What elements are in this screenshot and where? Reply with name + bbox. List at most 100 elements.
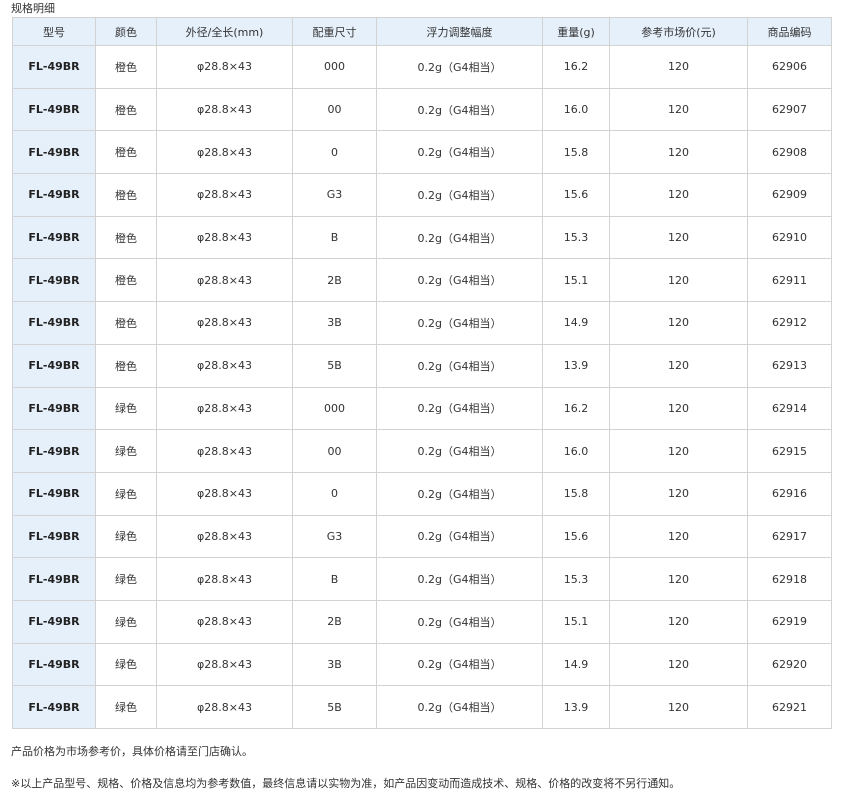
cell-buoyancy: 0.2g（G4相当） — [376, 130, 543, 175]
cell-color: 橙色 — [95, 301, 157, 345]
cell-weight-size: 2B — [292, 258, 377, 303]
cell-color: 橙色 — [95, 87, 157, 132]
table-row: FL-49BR 橙色 φ28.8×43 0 0.2g（G4相当） 15.8 120 62908 — [12, 130, 832, 175]
cell-buoyancy: 0.2g（G4相当） — [376, 599, 543, 644]
cell-weight: 15.3 — [542, 557, 610, 601]
cell-buoyancy: 0.2g（G4相当） — [376, 514, 543, 559]
cell-weight-size: 000 — [292, 386, 377, 431]
cell-color: 橙色 — [95, 258, 157, 303]
cell-price: 120 — [609, 429, 748, 473]
cell-price: 120 — [609, 45, 748, 89]
spec-table: 型号 颜色 外径/全长(mm) 配重尺寸 浮力调整幅度 重量(g) 参考市场价(元) 商品编码… — [12, 17, 832, 729]
table-row: FL-49BR 绿色 φ28.8×43 5B 0.2g（G4相当） 13.9 120 6292… — [12, 685, 832, 729]
cell-size: φ28.8×43 — [156, 642, 293, 687]
cell-weight-size: G3 — [292, 173, 377, 217]
cell-model: FL-49BR — [12, 215, 96, 260]
cell-buoyancy: 0.2g（G4相当） — [376, 173, 543, 217]
header-price: 参考市场价(元) — [609, 17, 748, 46]
cell-price: 120 — [609, 471, 748, 516]
header-weight-size: 配重尺寸 — [292, 17, 377, 46]
cell-code: 62915 — [747, 429, 832, 473]
cell-color: 绿色 — [95, 429, 157, 473]
cell-color: 橙色 — [95, 343, 157, 388]
cell-model: FL-49BR — [12, 429, 96, 473]
cell-color: 橙色 — [95, 45, 157, 89]
cell-color: 绿色 — [95, 685, 157, 729]
cell-size: φ28.8×43 — [156, 514, 293, 559]
cell-code: 62920 — [747, 642, 832, 687]
cell-model: FL-49BR — [12, 514, 96, 559]
header-weight: 重量(g) — [542, 17, 610, 46]
cell-weight: 14.9 — [542, 642, 610, 687]
cell-code: 62909 — [747, 173, 832, 217]
cell-color: 绿色 — [95, 557, 157, 601]
cell-weight: 15.1 — [542, 258, 610, 303]
table-row: FL-49BR 绿色 φ28.8×43 000 0.2g（G4相当） 16.2 120 629… — [12, 386, 832, 431]
table-row: FL-49BR 绿色 φ28.8×43 00 0.2g（G4相当） 16.0 120 6291… — [12, 429, 832, 473]
cell-code: 62913 — [747, 343, 832, 388]
cell-weight: 16.0 — [542, 87, 610, 132]
cell-price: 120 — [609, 301, 748, 345]
header-color: 颜色 — [95, 17, 157, 46]
cell-model: FL-49BR — [12, 557, 96, 601]
cell-buoyancy: 0.2g（G4相当） — [376, 87, 543, 132]
cell-weight-size: B — [292, 557, 377, 601]
cell-code: 62912 — [747, 301, 832, 345]
cell-size: φ28.8×43 — [156, 258, 293, 303]
cell-buoyancy: 0.2g（G4相当） — [376, 258, 543, 303]
cell-price: 120 — [609, 557, 748, 601]
cell-model: FL-49BR — [12, 599, 96, 644]
cell-code: 62914 — [747, 386, 832, 431]
cell-code: 62919 — [747, 599, 832, 644]
cell-price: 120 — [609, 599, 748, 644]
cell-size: φ28.8×43 — [156, 130, 293, 175]
cell-weight-size: 0 — [292, 471, 377, 516]
table-row: FL-49BR 绿色 φ28.8×43 2B 0.2g（G4相当） 15.1 120 6291… — [12, 599, 832, 644]
cell-buoyancy: 0.2g（G4相当） — [376, 215, 543, 260]
cell-size: φ28.8×43 — [156, 386, 293, 431]
cell-code: 62918 — [747, 557, 832, 601]
cell-weight-size: 0 — [292, 130, 377, 175]
cell-code: 62907 — [747, 87, 832, 132]
cell-weight: 16.2 — [542, 386, 610, 431]
cell-weight: 15.8 — [542, 471, 610, 516]
table-row: FL-49BR 绿色 φ28.8×43 G3 0.2g（G4相当） 15.6 120 6291… — [12, 514, 832, 559]
cell-weight-size: 5B — [292, 343, 377, 388]
cell-size: φ28.8×43 — [156, 215, 293, 260]
cell-weight-size: 00 — [292, 87, 377, 132]
cell-model: FL-49BR — [12, 87, 96, 132]
cell-weight-size: 3B — [292, 642, 377, 687]
cell-model: FL-49BR — [12, 45, 96, 89]
cell-model: FL-49BR — [12, 685, 96, 729]
cell-price: 120 — [609, 173, 748, 217]
table-row: FL-49BR 橙色 φ28.8×43 B 0.2g（G4相当） 15.3 120 62910 — [12, 215, 832, 260]
cell-price: 120 — [609, 642, 748, 687]
cell-model: FL-49BR — [12, 173, 96, 217]
cell-buoyancy: 0.2g（G4相当） — [376, 386, 543, 431]
cell-weight: 16.2 — [542, 45, 610, 89]
cell-color: 绿色 — [95, 386, 157, 431]
header-model: 型号 — [12, 17, 96, 46]
cell-price: 120 — [609, 386, 748, 431]
cell-model: FL-49BR — [12, 301, 96, 345]
cell-weight: 15.6 — [542, 514, 610, 559]
cell-buoyancy: 0.2g（G4相当） — [376, 45, 543, 89]
cell-code: 62910 — [747, 215, 832, 260]
cell-size: φ28.8×43 — [156, 557, 293, 601]
cell-weight-size: 000 — [292, 45, 377, 89]
cell-code: 62917 — [747, 514, 832, 559]
cell-price: 120 — [609, 258, 748, 303]
cell-buoyancy: 0.2g（G4相当） — [376, 429, 543, 473]
cell-weight-size: G3 — [292, 514, 377, 559]
cell-weight: 16.0 — [542, 429, 610, 473]
cell-size: φ28.8×43 — [156, 87, 293, 132]
cell-weight: 13.9 — [542, 343, 610, 388]
table-row: FL-49BR 绿色 φ28.8×43 3B 0.2g（G4相当） 14.9 120 6292… — [12, 642, 832, 687]
cell-model: FL-49BR — [12, 471, 96, 516]
cell-model: FL-49BR — [12, 642, 96, 687]
table-row: FL-49BR 橙色 φ28.8×43 000 0.2g（G4相当） 16.2 120 629… — [12, 45, 832, 89]
cell-weight: 15.1 — [542, 599, 610, 644]
cell-code: 62908 — [747, 130, 832, 175]
cell-weight-size: 2B — [292, 599, 377, 644]
cell-size: φ28.8×43 — [156, 685, 293, 729]
